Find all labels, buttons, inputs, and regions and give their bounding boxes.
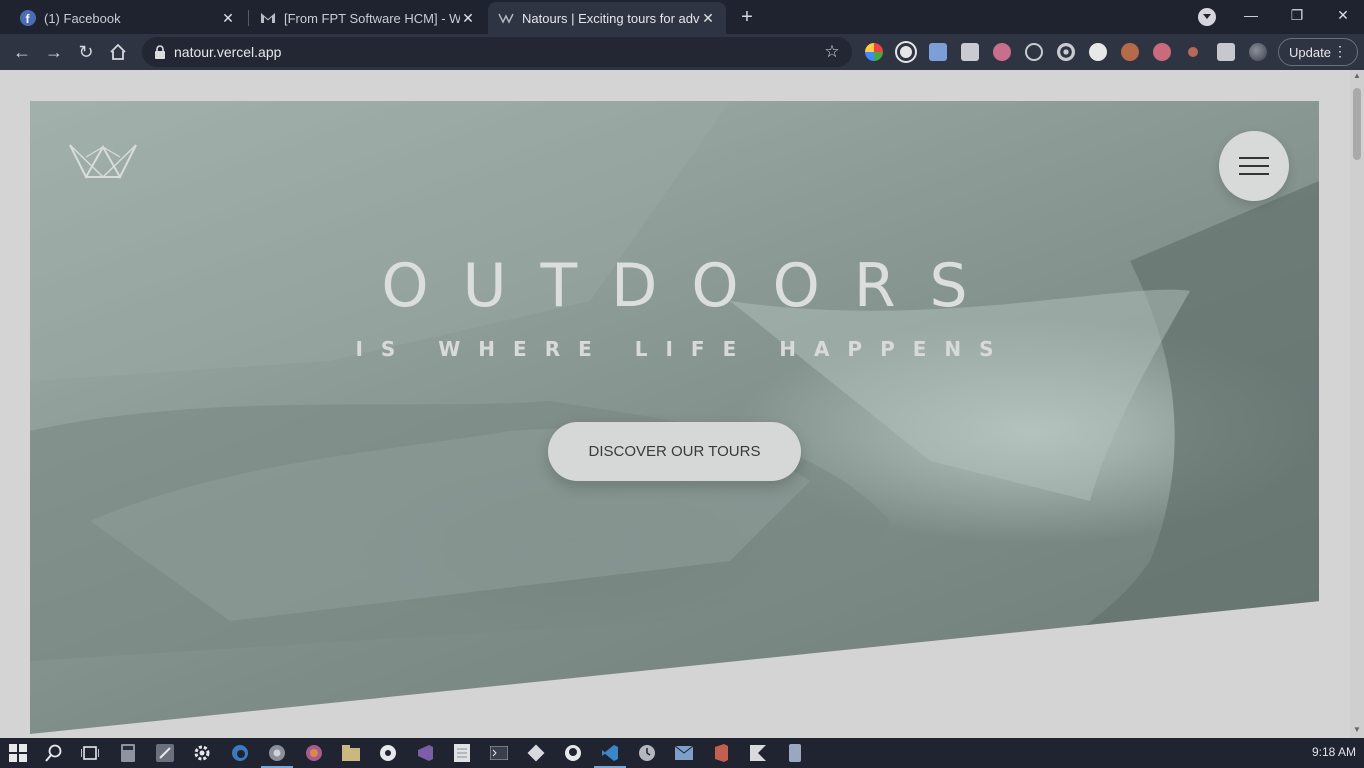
camera-icon[interactable] [961,43,979,61]
search-icon[interactable] [44,743,64,763]
page-viewport: OUTDOORS IS WHERE LIFE HAPPENS DISCOVER … [0,70,1364,738]
tab-natours[interactable]: Natours | Exciting tours for adver ✕ [488,2,726,34]
hero-headline: OUTDOORS [381,251,1002,321]
tab-facebook[interactable]: f (1) Facebook ✕ [10,2,246,34]
gmail-icon [260,10,276,26]
scroll-down-icon[interactable]: ▼ [1353,726,1361,734]
tab-strip: f (1) Facebook ✕ [From FPT Software HCM]… [0,0,1364,34]
github-icon[interactable] [563,743,583,763]
notepad-icon[interactable] [452,743,472,763]
tab-search-icon[interactable] [1198,8,1216,26]
ext-t-icon[interactable] [993,43,1011,61]
fox-icon[interactable] [1121,43,1139,61]
office-icon[interactable] [711,743,731,763]
more-menu-icon[interactable]: ⋮ [1333,44,1347,58]
firefox-icon[interactable] [304,743,324,763]
tab-divider [248,10,249,26]
git-icon[interactable] [526,743,546,763]
hero-section: OUTDOORS IS WHERE LIFE HAPPENS DISCOVER … [30,101,1319,734]
menu-line [1239,165,1269,167]
moon-icon[interactable] [1089,43,1107,61]
natours-favicon [498,10,514,26]
tab-gmail[interactable]: [From FPT Software HCM] - Welc ✕ [250,2,486,34]
windows-taskbar: 9:18 AM [0,738,1364,768]
bookmark-star-icon[interactable]: ☆ [820,42,844,62]
close-window-icon[interactable]: ✕ [1320,0,1364,30]
file-explorer-icon[interactable] [341,743,361,763]
task-view-icon[interactable] [80,743,100,763]
hamburger-menu-button[interactable] [1219,131,1289,201]
kotlin-icon[interactable] [748,743,768,763]
tab-title: Natours | Exciting tours for adver [522,10,700,26]
minimize-icon[interactable]: — [1228,0,1274,30]
restore-icon[interactable]: ❐ [1274,0,1320,30]
puzzle-icon[interactable] [1217,43,1235,61]
vscode-icon[interactable] [594,743,626,768]
discover-tours-button[interactable]: DISCOVER OUR TOURS [548,422,801,481]
translate-icon[interactable] [929,43,947,61]
update-label: Update [1289,44,1331,60]
tab-title: [From FPT Software HCM] - Welc [284,10,460,26]
page-scrollbar[interactable]: ▲ ▼ [1350,70,1364,738]
scroll-up-icon[interactable]: ▲ [1353,72,1361,80]
phone-icon[interactable] [785,743,805,763]
back-icon[interactable]: ← [8,38,36,66]
tab-title: (1) Facebook [44,10,121,26]
browser-toolbar: ← → ↻ natour.vercel.app ☆ Update ⋮ [0,34,1364,70]
home-icon[interactable] [104,38,132,66]
hand-icon[interactable] [1153,43,1171,61]
react-devtools-icon[interactable] [1025,43,1043,61]
natours-logo[interactable] [68,137,138,180]
clock-app-icon[interactable] [637,743,657,763]
forward-icon[interactable]: → [40,38,68,66]
edge-icon[interactable] [230,743,250,763]
taskbar-clock[interactable]: 9:18 AM [1312,745,1356,759]
chrome-icon[interactable] [261,743,293,768]
update-button[interactable]: Update ⋮ [1278,38,1358,66]
dark-reader-icon[interactable] [897,43,915,61]
calculator-icon[interactable] [118,743,138,763]
profile-icon[interactable] [1249,43,1267,61]
menu-line [1239,173,1269,175]
color-picker-icon[interactable] [865,43,883,61]
mail-icon[interactable] [674,743,694,763]
settings-icon[interactable] [192,743,212,763]
close-tab-icon[interactable]: ✕ [220,10,236,26]
new-tab-button[interactable]: + [736,6,758,28]
hero-subheadline: IS WHERE LIFE HAPPENS [355,337,1012,361]
terminal-icon[interactable] [489,743,509,763]
drop-icon[interactable] [1188,47,1198,57]
close-tab-icon[interactable]: ✕ [460,10,476,26]
app-icon[interactable] [378,743,398,763]
target-icon[interactable] [1057,43,1075,61]
close-tab-icon[interactable]: ✕ [700,10,716,26]
facebook-icon: f [20,10,36,26]
visual-studio-icon[interactable] [415,743,435,763]
snip-icon[interactable] [155,743,175,763]
scroll-thumb[interactable] [1353,88,1361,160]
address-bar[interactable]: natour.vercel.app ☆ [142,37,852,67]
lock-icon [152,44,168,60]
hero-background-image [30,101,1319,701]
menu-line [1239,157,1269,159]
reload-icon[interactable]: ↻ [72,38,100,66]
url-text: natour.vercel.app [174,44,282,60]
start-icon[interactable] [8,743,28,763]
